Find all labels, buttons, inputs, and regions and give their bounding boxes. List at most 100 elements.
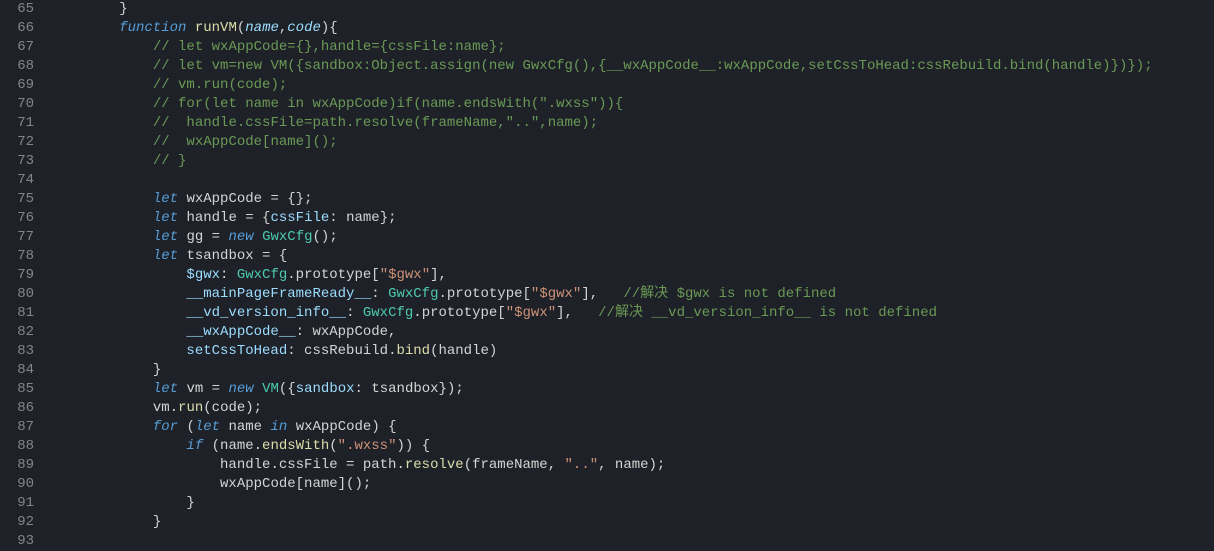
code-line[interactable]: // } [52, 152, 1214, 171]
code-line[interactable]: // handle.cssFile=path.resolve(frameName… [52, 114, 1214, 133]
token-prop: __vd_version_info__ [186, 305, 346, 321]
code-line[interactable]: setCssToHead: cssRebuild.bind(handle) [52, 342, 1214, 361]
token-ident: ], [556, 305, 598, 321]
token-ident: : [220, 267, 237, 283]
token-ident: : name}; [329, 210, 396, 226]
token-param: code [287, 20, 321, 36]
code-line[interactable] [52, 532, 1214, 551]
line-number: 67 [8, 38, 34, 57]
token-ident [254, 381, 262, 397]
token-str: ".wxss" [338, 438, 397, 454]
line-number: 75 [8, 190, 34, 209]
code-line[interactable]: wxAppCode[name](); [52, 475, 1214, 494]
token-ident: handle.cssFile = path. [220, 457, 405, 473]
token-ident: } [153, 362, 161, 378]
token-param: name [245, 20, 279, 36]
token-kw: let [153, 191, 178, 207]
code-line[interactable]: let vm = new VM({sandbox: tsandbox}); [52, 380, 1214, 399]
token-kw: in [271, 419, 288, 435]
token-ident: ], [430, 267, 447, 283]
token-type: VM [262, 381, 279, 397]
token-ident: vm. [153, 400, 178, 416]
code-line[interactable]: __mainPageFrameReady__: GwxCfg.prototype… [52, 285, 1214, 304]
line-number: 78 [8, 247, 34, 266]
code-line[interactable]: // let vm=new VM({sandbox:Object.assign(… [52, 57, 1214, 76]
token-ident: .prototype[ [287, 267, 379, 283]
token-ident: .prototype[ [439, 286, 531, 302]
line-number: 65 [8, 0, 34, 19]
code-line[interactable]: __vd_version_info__: GwxCfg.prototype["$… [52, 304, 1214, 323]
line-number: 74 [8, 171, 34, 190]
code-line[interactable]: for (let name in wxAppCode) { [52, 418, 1214, 437]
line-number: 93 [8, 532, 34, 551]
token-comment: // for(let name in wxAppCode)if(name.end… [153, 96, 623, 112]
code-line[interactable]: let wxAppCode = {}; [52, 190, 1214, 209]
token-ident: } [186, 495, 194, 511]
line-number: 71 [8, 114, 34, 133]
line-number: 77 [8, 228, 34, 247]
token-ident: gg = [178, 229, 228, 245]
token-str: ".." [565, 457, 599, 473]
line-number: 76 [8, 209, 34, 228]
code-line[interactable]: vm.run(code); [52, 399, 1214, 418]
token-str: "$gwx" [531, 286, 581, 302]
code-line[interactable]: function runVM(name,code){ [52, 19, 1214, 38]
line-number: 86 [8, 399, 34, 418]
line-number: 88 [8, 437, 34, 456]
token-ident: ], [581, 286, 623, 302]
code-line[interactable]: } [52, 513, 1214, 532]
token-comment: // let vm=new VM({sandbox:Object.assign(… [153, 58, 1153, 74]
code-line[interactable]: // wxAppCode[name](); [52, 133, 1214, 152]
token-comment: // let wxAppCode={},handle={cssFile:name… [153, 39, 506, 55]
code-editor[interactable]: 6566676869707172737475767778798081828384… [0, 0, 1214, 543]
token-ident: , name); [598, 457, 665, 473]
token-kw: let [153, 210, 178, 226]
code-line[interactable]: } [52, 361, 1214, 380]
token-type: GwxCfg [363, 305, 413, 321]
token-ident: : [346, 305, 363, 321]
line-number: 80 [8, 285, 34, 304]
code-line[interactable]: let tsandbox = { [52, 247, 1214, 266]
token-method: bind [396, 343, 430, 359]
token-comment: // wxAppCode[name](); [153, 134, 338, 150]
token-ident: wxAppCode[name](); [220, 476, 371, 492]
code-line[interactable] [52, 171, 1214, 190]
code-line[interactable]: let gg = new GwxCfg(); [52, 228, 1214, 247]
token-kw: new [228, 229, 253, 245]
code-line[interactable]: // let wxAppCode={},handle={cssFile:name… [52, 38, 1214, 57]
line-number: 84 [8, 361, 34, 380]
code-line[interactable]: } [52, 494, 1214, 513]
token-ident: : cssRebuild. [287, 343, 396, 359]
code-line[interactable]: // vm.run(code); [52, 76, 1214, 95]
token-kw: let [153, 229, 178, 245]
token-type: GwxCfg [388, 286, 438, 302]
line-number: 83 [8, 342, 34, 361]
code-line[interactable]: } [52, 0, 1214, 19]
token-prop: sandbox [296, 381, 355, 397]
token-method: run [178, 400, 203, 416]
token-comment: //解决 $gwx is not defined [623, 286, 836, 302]
code-line[interactable]: // for(let name in wxAppCode)if(name.end… [52, 95, 1214, 114]
token-kw: function [119, 20, 186, 36]
code-line[interactable]: if (name.endsWith(".wxss")) { [52, 437, 1214, 456]
code-line[interactable]: handle.cssFile = path.resolve(frameName,… [52, 456, 1214, 475]
code-area[interactable]: } function runVM(name,code){ // let wxAp… [48, 0, 1214, 543]
token-prop: setCssToHead [186, 343, 287, 359]
code-line[interactable]: __wxAppCode__: wxAppCode, [52, 323, 1214, 342]
line-number: 70 [8, 95, 34, 114]
line-number: 66 [8, 19, 34, 38]
line-number: 85 [8, 380, 34, 399]
token-ident: : [371, 286, 388, 302]
token-ident: ( [329, 438, 337, 454]
code-line[interactable]: $gwx: GwxCfg.prototype["$gwx"], [52, 266, 1214, 285]
line-number: 68 [8, 57, 34, 76]
token-comment: // } [153, 153, 187, 169]
line-number: 90 [8, 475, 34, 494]
token-ident: (code); [203, 400, 262, 416]
token-comment: // handle.cssFile=path.resolve(frameName… [153, 115, 598, 131]
token-ident: (name. [203, 438, 262, 454]
code-line[interactable]: let handle = {cssFile: name}; [52, 209, 1214, 228]
token-prop: __mainPageFrameReady__ [186, 286, 371, 302]
token-kw: let [153, 248, 178, 264]
line-number: 82 [8, 323, 34, 342]
